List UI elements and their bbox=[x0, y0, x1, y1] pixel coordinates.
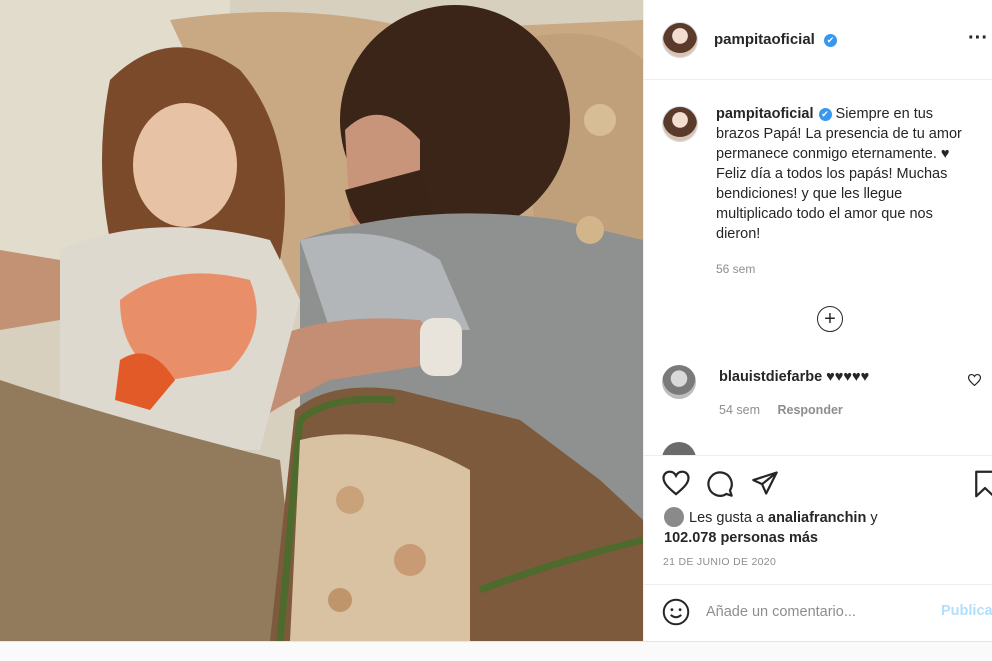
author-username[interactable]: pampitaoficial ✔ bbox=[714, 31, 838, 48]
commenter-avatar bbox=[662, 442, 696, 455]
comment-like-heart-icon[interactable] bbox=[967, 373, 982, 389]
commenter-username[interactable]: blauistdiefarbe bbox=[719, 369, 822, 385]
post-photo-image bbox=[0, 0, 643, 641]
bookmark-icon[interactable] bbox=[974, 470, 992, 503]
heart-icon[interactable] bbox=[662, 470, 690, 501]
caption-username[interactable]: pampitaoficial bbox=[716, 106, 814, 122]
likes-prefix: Les gusta a bbox=[689, 510, 768, 526]
next-comment-partial bbox=[662, 442, 982, 455]
author-username-text[interactable]: pampitaoficial bbox=[714, 31, 815, 48]
caption-time[interactable]: 56 sem bbox=[716, 262, 975, 276]
likes-joiner: y bbox=[866, 510, 878, 526]
verified-badge-icon: ✔ bbox=[824, 34, 838, 47]
load-more-comments-button[interactable]: + bbox=[817, 306, 843, 332]
caption-avatar[interactable] bbox=[662, 106, 698, 142]
post-side-panel: pampitaoficial ✔ ··· pampitaoficial ✔ Sie… bbox=[643, 0, 992, 641]
post-actions-bar bbox=[644, 455, 992, 505]
page-bottom-strip bbox=[0, 641, 992, 661]
comment-input[interactable] bbox=[706, 601, 931, 623]
comment-text: blauistdiefarbe ♥♥♥♥♥ bbox=[719, 369, 869, 385]
more-dots-icon[interactable]: ··· bbox=[968, 27, 988, 50]
likes-summary: Les gusta a analiafranchin y 102.078 per… bbox=[664, 507, 984, 548]
reply-button[interactable]: Responder bbox=[777, 403, 842, 417]
caption-text: pampitaoficial ✔ Siempre en tus brazos Pa… bbox=[716, 104, 975, 244]
post-date[interactable]: 21 DE JUNIO DE 2020 bbox=[663, 556, 776, 568]
liker-username[interactable]: analiafranchin bbox=[768, 510, 866, 526]
caption-body: pampitaoficial ✔ Siempre en tus brazos Pa… bbox=[716, 104, 975, 276]
comment-time[interactable]: 54 sem bbox=[719, 403, 760, 417]
publish-button[interactable]: Publicar bbox=[941, 603, 992, 619]
share-icon[interactable] bbox=[751, 470, 779, 501]
comment-message: ♥♥♥♥♥ bbox=[822, 369, 870, 385]
add-comment-bar: Publicar bbox=[644, 584, 992, 641]
comments-section[interactable]: pampitaoficial ✔ Siempre en tus brazos Pa… bbox=[644, 80, 992, 455]
caption-message: Siempre en tus brazos Papá! La presencia… bbox=[716, 106, 962, 242]
verified-badge-icon: ✔ bbox=[818, 107, 832, 121]
commenter-avatar[interactable] bbox=[662, 365, 696, 399]
author-avatar[interactable] bbox=[662, 21, 698, 58]
likes-count[interactable]: 102.078 personas más bbox=[664, 530, 818, 546]
post-caption: pampitaoficial ✔ Siempre en tus brazos Pa… bbox=[644, 80, 992, 276]
liker-avatar[interactable] bbox=[664, 507, 684, 527]
comment-icon[interactable] bbox=[706, 470, 734, 503]
post-header: pampitaoficial ✔ ··· bbox=[644, 0, 992, 80]
post-photo[interactable] bbox=[0, 0, 643, 641]
comment-meta: 54 sem Responder bbox=[719, 403, 843, 417]
plus-circle-icon: + bbox=[824, 308, 836, 330]
smiley-icon[interactable] bbox=[662, 598, 690, 631]
